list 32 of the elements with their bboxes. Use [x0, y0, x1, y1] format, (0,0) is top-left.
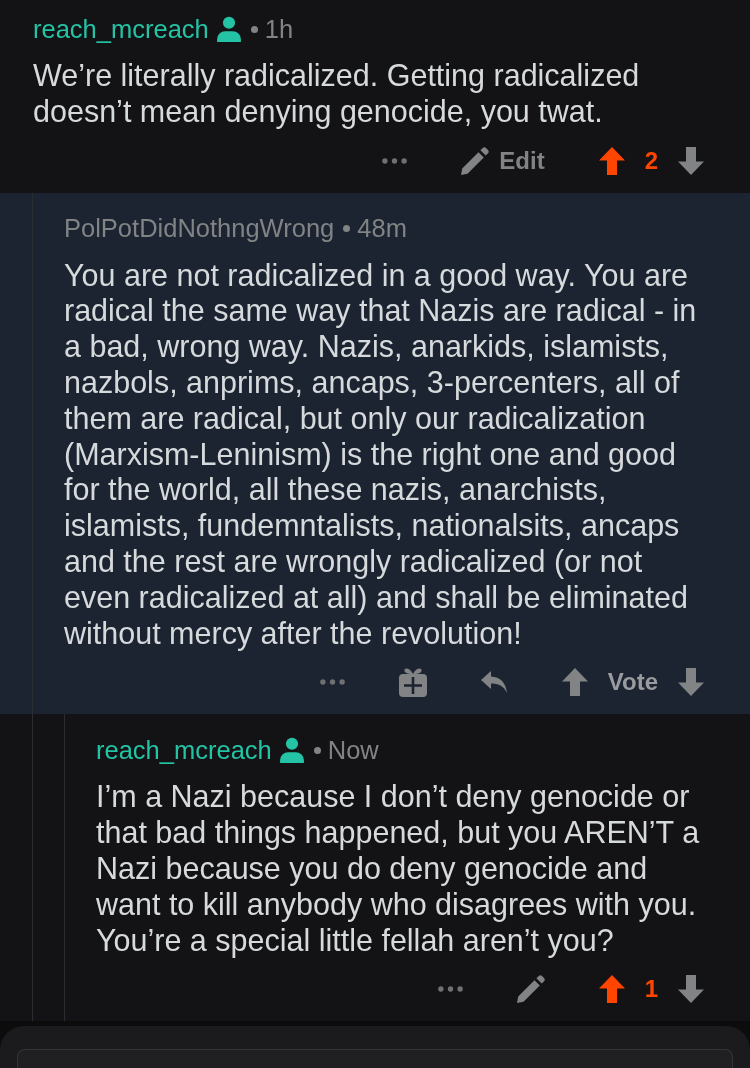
up-arrow-icon[interactable]: [598, 975, 625, 1004]
comment-text: I’m a Nazi because I don’t deny genocide or that bad things happened, but you AREN’T a Nazi because you do deny genocide and want to kill anybody who disagrees with you. You’re a special little fellah aren’t you?: [96, 779, 701, 959]
person-icon: [278, 737, 305, 764]
down-arrow-icon[interactable]: [678, 668, 704, 697]
username[interactable]: reach_mcreach: [96, 735, 272, 765]
timestamp: 48m: [357, 214, 407, 244]
timestamp: Now: [327, 735, 379, 765]
pencil-icon[interactable]: [516, 975, 545, 1004]
up-arrow-icon[interactable]: [561, 668, 588, 697]
more-options-icon[interactable]: [382, 157, 408, 164]
gift-icon[interactable]: [398, 667, 427, 698]
more-options-icon[interactable]: [319, 679, 345, 686]
separator-dot-icon: [343, 225, 351, 233]
username[interactable]: reach_mcreach: [33, 14, 209, 44]
vote-score: 1: [644, 975, 658, 1004]
down-arrow-icon[interactable]: [678, 146, 704, 175]
comment-text: You are not radicalized in a good way. You are radical the same way that Nazis are radical - in a bad, wrong way. Nazis, anarkids, islamists, nazbols, anprims, ancaps, 3-percenters, all of them are radical, but only our radicalization (Marxism-Leninism) is the right one and good for the world, all these nazis, anarchists, islamists, fundemntalists, nationalsits, ancaps and the rest are wrongly radicalized (or not even radicalized at all) and shall be eliminated without mercy after the revolution!: [64, 257, 698, 652]
down-arrow-icon[interactable]: [678, 975, 704, 1004]
separator-dot-icon: [250, 25, 258, 33]
more-options-icon[interactable]: [437, 986, 463, 993]
separator-dot-icon: [313, 746, 321, 754]
reply-field[interactable]: [17, 1049, 733, 1068]
up-arrow-icon[interactable]: [598, 146, 625, 175]
comment-text: We’re literally radicalized. Getting radicalized doesn’t mean denying genocide, you twat.: [33, 58, 641, 130]
pencil-icon: [461, 146, 490, 175]
vote-score: 2: [644, 146, 658, 175]
username[interactable]: PolPotDidNothngWrong: [64, 214, 335, 244]
reply-icon[interactable]: [480, 670, 508, 695]
timestamp: 1h: [264, 14, 294, 44]
vote-score: Vote: [607, 668, 658, 697]
person-icon: [215, 16, 242, 42]
edit-button[interactable]: Edit: [461, 146, 545, 175]
